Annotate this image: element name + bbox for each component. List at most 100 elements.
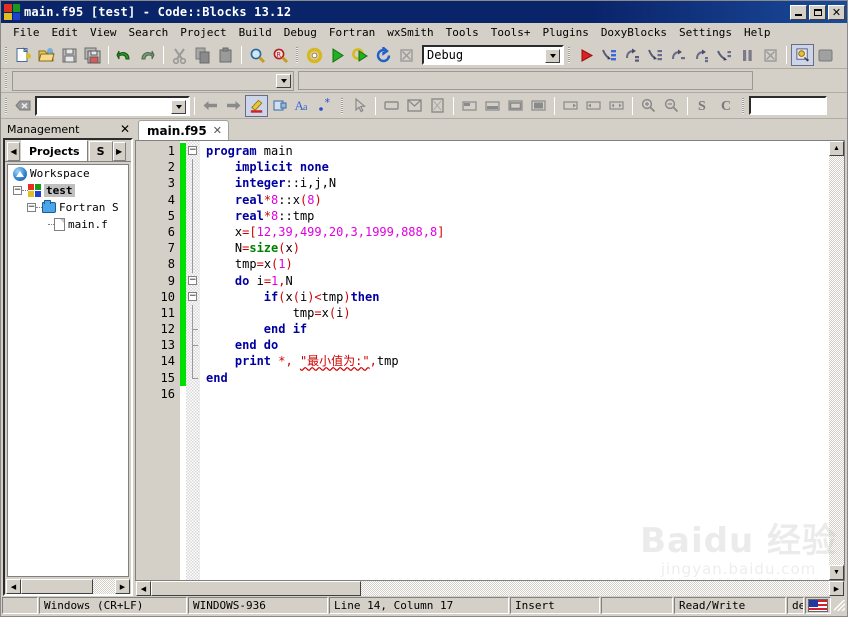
forward-arrow-icon[interactable] xyxy=(222,95,245,117)
menu-edit[interactable]: Edit xyxy=(46,25,85,40)
tab-symbols[interactable]: S xyxy=(88,141,113,161)
fold-row[interactable]: − xyxy=(186,273,200,289)
cc-scope-combo[interactable] xyxy=(12,70,294,91)
editor-tab-main-f95[interactable]: main.f95 ✕ xyxy=(138,120,229,140)
clear-icon[interactable] xyxy=(12,95,35,117)
cut-icon[interactable] xyxy=(168,44,191,66)
fold-row[interactable] xyxy=(186,256,200,273)
fold-row[interactable] xyxy=(186,304,200,322)
step-into-instruction-icon[interactable] xyxy=(644,44,667,66)
step-into-icon[interactable] xyxy=(667,44,690,66)
debug-continue-icon[interactable] xyxy=(575,44,598,66)
code-text-area[interactable]: program main implicit none integer::i,j,… xyxy=(200,141,829,580)
run-icon[interactable] xyxy=(326,44,349,66)
fold-row[interactable] xyxy=(186,337,200,354)
layout-right-icon[interactable] xyxy=(559,95,582,117)
tree-item-fortran-sources[interactable]: − Fortran S xyxy=(8,199,128,216)
pointer-icon[interactable] xyxy=(348,95,371,117)
fold-row[interactable] xyxy=(186,321,200,338)
menu-help[interactable]: Help xyxy=(738,25,777,40)
scroll-up-arrow-icon[interactable]: ▲ xyxy=(829,141,844,156)
build-target-combo[interactable]: Debug xyxy=(422,45,564,65)
scrollbar-track[interactable] xyxy=(361,581,829,596)
layout-left-icon[interactable] xyxy=(582,95,605,117)
redo-icon[interactable] xyxy=(136,44,159,66)
build-and-run-icon[interactable] xyxy=(349,44,372,66)
toolbar-grip-cc[interactable] xyxy=(3,70,10,91)
debugging-windows-icon[interactable] xyxy=(791,44,814,66)
toolbar-grip-fortran[interactable] xyxy=(3,95,10,116)
chevron-down-icon[interactable] xyxy=(171,99,186,114)
menu-fortran[interactable]: Fortran xyxy=(323,25,381,40)
panel-icon[interactable] xyxy=(380,95,403,117)
highlight-icon[interactable] xyxy=(245,94,268,117)
find-icon[interactable] xyxy=(246,44,269,66)
tab-prev-arrow[interactable]: ◀ xyxy=(7,142,20,161)
fold-row[interactable] xyxy=(186,369,200,386)
zoom-out-icon[interactable] xyxy=(660,95,683,117)
layout-center-icon[interactable] xyxy=(605,95,628,117)
fold-row[interactable] xyxy=(186,207,200,224)
wxsmith-field[interactable] xyxy=(749,96,827,115)
fold-row[interactable] xyxy=(186,240,200,257)
menu-doxyblocks[interactable]: DoxyBlocks xyxy=(595,25,673,40)
fold-margin[interactable]: − − − xyxy=(186,141,200,580)
tab-next-arrow[interactable]: ▶ xyxy=(112,142,126,161)
toolbar-grip-wxsmith[interactable] xyxy=(339,95,346,116)
rebuild-icon[interactable] xyxy=(372,44,395,66)
menu-tools-plus[interactable]: Tools+ xyxy=(485,25,537,40)
resize-grip[interactable] xyxy=(832,598,846,612)
scroll-left-arrow-icon[interactable]: ◀ xyxy=(136,581,151,596)
fold-row[interactable] xyxy=(186,191,200,208)
paste-icon[interactable] xyxy=(214,44,237,66)
run-to-cursor-icon[interactable] xyxy=(598,44,621,66)
scroll-right-arrow-icon[interactable]: ▶ xyxy=(115,579,130,594)
menu-settings[interactable]: Settings xyxy=(673,25,738,40)
close-icon[interactable]: ✕ xyxy=(120,123,130,135)
fold-row[interactable]: − xyxy=(186,289,200,305)
new-file-icon[interactable] xyxy=(12,44,35,66)
dialog-icon[interactable] xyxy=(403,95,426,117)
build-icon[interactable] xyxy=(303,44,326,66)
toolbar-grip-extra[interactable] xyxy=(740,95,747,116)
fold-row[interactable] xyxy=(186,386,200,402)
step-out-icon[interactable] xyxy=(690,44,713,66)
tab-projects[interactable]: Projects xyxy=(21,140,88,161)
replace-icon[interactable]: R xyxy=(269,44,292,66)
scrollbar-track[interactable] xyxy=(829,156,844,565)
scroll-left-arrow-icon[interactable]: ◀ xyxy=(6,579,21,594)
menu-wxsmith[interactable]: wxSmith xyxy=(381,25,439,40)
abort-icon[interactable] xyxy=(395,44,418,66)
box-solid-icon[interactable] xyxy=(527,95,550,117)
goto-declaration-icon[interactable] xyxy=(268,95,291,117)
toolbar-grip-compiler[interactable] xyxy=(294,45,301,65)
fold-row[interactable] xyxy=(186,223,200,241)
regex-icon[interactable]: * xyxy=(314,95,337,117)
cc-function-combo[interactable] xyxy=(298,71,753,90)
box-bottom-icon[interactable] xyxy=(481,95,504,117)
menu-build[interactable]: Build xyxy=(233,25,278,40)
select-c-icon[interactable]: C xyxy=(715,95,738,117)
fortran-search-combo[interactable] xyxy=(35,95,190,116)
menu-view[interactable]: View xyxy=(84,25,123,40)
maximize-button[interactable] xyxy=(809,4,826,20)
toolbar-grip-debugger[interactable] xyxy=(566,45,573,65)
scrollbar-thumb[interactable] xyxy=(21,579,93,594)
menu-file[interactable]: File xyxy=(7,25,46,40)
various-info-icon[interactable] xyxy=(814,44,837,66)
fold-row[interactable] xyxy=(186,353,200,370)
editor-hscrollbar[interactable]: ◀ ▶ xyxy=(135,581,845,596)
chevron-down-icon[interactable] xyxy=(276,73,291,88)
menu-search[interactable]: Search xyxy=(123,25,175,40)
tree-collapse-toggle[interactable]: − xyxy=(13,186,22,195)
chevron-down-icon[interactable] xyxy=(545,49,560,63)
break-debugger-icon[interactable] xyxy=(736,44,759,66)
tree-item-project[interactable]: − test xyxy=(8,182,128,199)
stop-debugger-icon[interactable] xyxy=(759,44,782,66)
menu-tools[interactable]: Tools xyxy=(440,25,485,40)
fold-collapse-icon[interactable]: − xyxy=(188,291,197,301)
fold-row[interactable] xyxy=(186,175,200,192)
save-icon[interactable] xyxy=(58,44,81,66)
editor-vscrollbar[interactable]: ▲ ▼ xyxy=(829,141,844,580)
frame-icon[interactable] xyxy=(426,95,449,117)
